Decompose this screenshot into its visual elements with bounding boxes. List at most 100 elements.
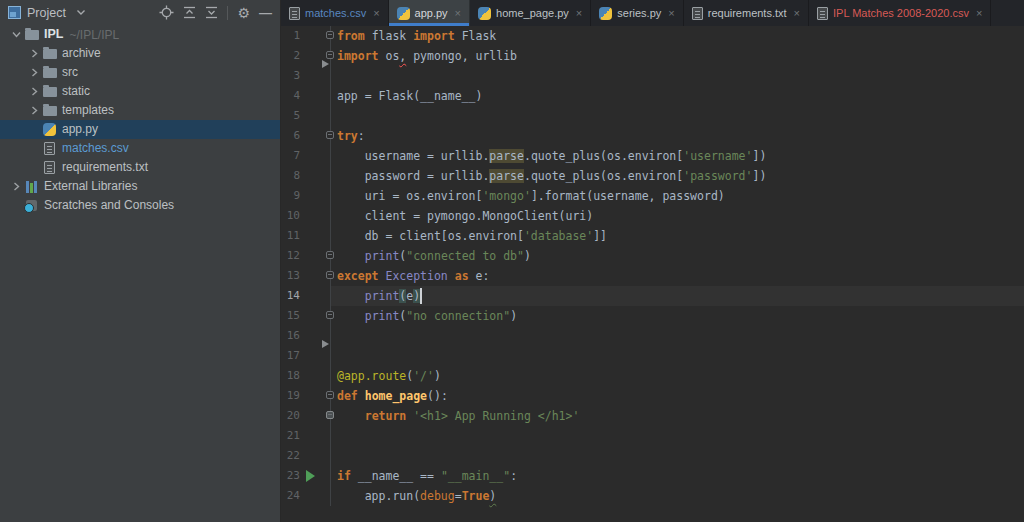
close-icon[interactable]: ×: [576, 7, 582, 19]
chevron-down-icon: [77, 10, 85, 15]
code-line-9[interactable]: 9 uri = os.environ['mongo'].format(usern…: [281, 186, 1024, 206]
code-line-24[interactable]: 24 app.run(debug=True): [281, 486, 1024, 506]
gutter-arrow-icon[interactable]: [322, 60, 329, 68]
tree-item-ipl[interactable]: IPL~/IPL/IPL: [0, 25, 280, 44]
tab-app-py[interactable]: app.py×: [389, 0, 470, 26]
code-line-1[interactable]: 1from flask import Flask: [281, 26, 1024, 46]
tree-item-label: app.py: [62, 120, 98, 139]
chevron-right-icon[interactable]: [30, 87, 39, 96]
code-line-10[interactable]: 10 client = pymongo.MongoClient(uri): [281, 206, 1024, 226]
line-number: 11: [281, 226, 300, 246]
project-tool-window: Project ⚙ — IPL~/IPL/IPLarchivesrcstatic…: [0, 0, 281, 522]
locate-icon[interactable]: [159, 5, 174, 20]
python-file-icon: [397, 7, 410, 20]
line-number: 16: [281, 326, 300, 346]
tab-label: IPL Matches 2008-2020.csv: [833, 7, 969, 19]
tab-label: home_page.py: [496, 7, 569, 19]
code-line-5[interactable]: 5: [281, 106, 1024, 126]
chevron-right-icon[interactable]: [12, 182, 21, 191]
code-line-13[interactable]: 13except Exception as e:: [281, 266, 1024, 286]
tab-series-py[interactable]: series.py ×: [591, 0, 683, 26]
chevron-down-icon[interactable]: [12, 30, 21, 39]
folder-icon: [25, 30, 39, 40]
settings-gear-icon[interactable]: ⚙: [237, 6, 250, 20]
close-icon[interactable]: ×: [455, 7, 461, 19]
tab-home-page-py[interactable]: home_page.py ×: [470, 0, 591, 26]
python-file-icon: [43, 123, 56, 136]
tab-label: series.py: [617, 7, 661, 19]
close-icon[interactable]: ×: [794, 7, 800, 19]
fold-end-icon[interactable]: [326, 411, 334, 419]
collapse-all-icon[interactable]: [205, 6, 218, 19]
hide-panel-icon[interactable]: —: [259, 5, 272, 20]
tree-item-src[interactable]: src: [0, 63, 280, 82]
line-number: 3: [281, 66, 300, 86]
tree-item-archive[interactable]: archive: [0, 44, 280, 63]
line-number: 6: [281, 126, 300, 146]
code-line-8[interactable]: 8 password = urllib.parse.quote_plus(os.…: [281, 166, 1024, 186]
code-line-15[interactable]: 15 print("no connection"): [281, 306, 1024, 326]
line-number: 23: [281, 466, 300, 486]
code-line-23[interactable]: 23if __name__ == "__main__":: [281, 466, 1024, 486]
code-line-6[interactable]: 6try:: [281, 126, 1024, 146]
run-icon[interactable]: [306, 470, 315, 482]
close-icon[interactable]: ×: [976, 7, 982, 19]
tree-item-matches-csv[interactable]: matches.csv: [0, 139, 280, 158]
code-line-16[interactable]: 16: [281, 326, 1024, 346]
tree-item-external-libraries[interactable]: External Libraries: [0, 177, 280, 196]
tree-item-label: archive: [62, 44, 101, 63]
code-line-20[interactable]: 20 return '<h1> App Running </h1>': [281, 406, 1024, 426]
chevron-right-icon[interactable]: [30, 68, 39, 77]
code-line-7[interactable]: 7 username = urllib.parse.quote_plus(os.…: [281, 146, 1024, 166]
tree-item-static[interactable]: static: [0, 82, 280, 101]
code-line-21[interactable]: 21: [281, 426, 1024, 446]
fold-icon[interactable]: [326, 271, 334, 279]
code-editor[interactable]: 1from flask import Flask2import os, pymo…: [281, 26, 1024, 522]
editor-area: matches.csv×app.py×home_page.py×series.p…: [281, 0, 1024, 522]
line-number: 9: [281, 186, 300, 206]
code-line-14[interactable]: 14 print(e): [281, 286, 1024, 306]
code-line-18[interactable]: 18@app.route('/'): [281, 366, 1024, 386]
fold-icon[interactable]: [326, 51, 334, 59]
code-line-17[interactable]: 17: [281, 346, 1024, 366]
code-line-11[interactable]: 11 db = client[os.environ['database']]: [281, 226, 1024, 246]
line-number: 7: [281, 146, 300, 166]
code-line-4[interactable]: 4app = Flask(__name__): [281, 86, 1024, 106]
tree-item-templates[interactable]: templates: [0, 101, 280, 120]
close-icon[interactable]: ×: [373, 7, 379, 19]
tab-requirements-txt[interactable]: requirements.txt ×: [684, 0, 809, 26]
code-line-19[interactable]: 19def home_page():: [281, 386, 1024, 406]
line-number: 19: [281, 386, 300, 406]
fold-end-icon[interactable]: [326, 311, 334, 319]
chevron-right-icon[interactable]: [30, 49, 39, 58]
line-number: 21: [281, 426, 300, 446]
line-number: 17: [281, 346, 300, 366]
tree-item-requirements-txt[interactable]: requirements.txt: [0, 158, 280, 177]
line-number: 2: [281, 46, 300, 66]
fold-icon[interactable]: [326, 31, 334, 39]
tab-label: matches.csv: [305, 7, 366, 19]
tree-item-app-py[interactable]: app.py: [0, 120, 280, 139]
chevron-right-icon[interactable]: [30, 106, 39, 115]
line-number: 24: [281, 486, 300, 506]
external-libraries-icon: [26, 181, 37, 193]
tree-item-scratches-and-consoles[interactable]: Scratches and Consoles: [0, 196, 280, 215]
folder-icon: [43, 68, 57, 78]
tree-item-label: External Libraries: [44, 177, 137, 196]
code-line-3[interactable]: 3: [281, 66, 1024, 86]
gutter-arrow-icon[interactable]: [322, 340, 329, 348]
project-view-selector[interactable]: Project: [8, 6, 85, 20]
code-line-22[interactable]: 22: [281, 446, 1024, 466]
file-icon: [44, 161, 55, 174]
fold-end-icon[interactable]: [326, 251, 334, 259]
fold-icon[interactable]: [326, 391, 334, 399]
fold-icon[interactable]: [326, 131, 334, 139]
expand-all-icon[interactable]: [183, 6, 196, 19]
line-number: 22: [281, 446, 300, 466]
code-line-2[interactable]: 2import os, pymongo, urllib: [281, 46, 1024, 66]
tab-ipl-matches-2008-2020-csv[interactable]: IPL Matches 2008-2020.csv ×: [809, 0, 991, 26]
close-icon[interactable]: ×: [668, 7, 674, 19]
tab-label: requirements.txt: [708, 7, 787, 19]
tab-matches-csv[interactable]: matches.csv ×: [281, 0, 389, 26]
code-line-12[interactable]: 12 print("connected to db"): [281, 246, 1024, 266]
